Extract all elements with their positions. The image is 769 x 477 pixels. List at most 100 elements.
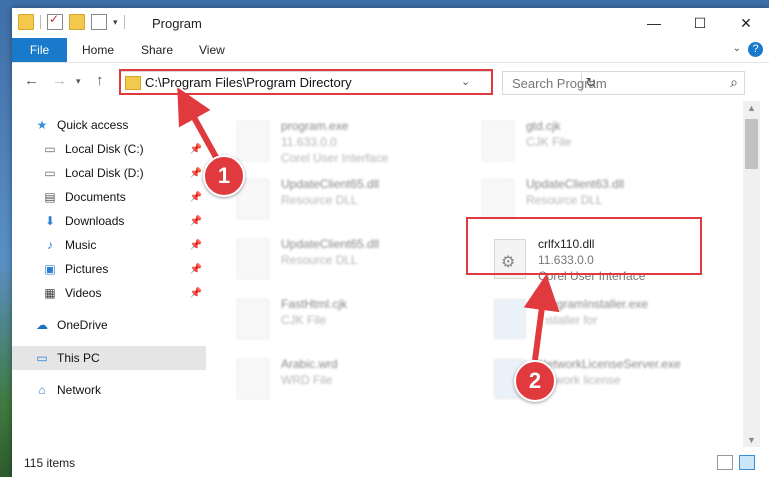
pictures-icon: ▣ xyxy=(44,262,56,276)
file-type: Resource DLL xyxy=(526,193,603,207)
tab-file[interactable]: File xyxy=(12,38,67,62)
sidebar-item-label: Videos xyxy=(65,286,102,300)
file-name: Arabic.wrd xyxy=(281,357,338,371)
file-icon xyxy=(237,299,269,339)
qat-dropdown-icon[interactable]: ▾ xyxy=(113,17,118,28)
file-name: program.exe xyxy=(281,119,349,133)
dll-file-icon xyxy=(237,239,269,279)
sidebar-item-label: Network xyxy=(57,383,102,397)
up-arrow-icon[interactable]: ↑ xyxy=(96,72,104,89)
customize-icon[interactable] xyxy=(91,14,107,30)
view-toggle xyxy=(717,455,755,470)
sidebar-item-label: Pictures xyxy=(65,262,109,276)
drive-icon: ▭ xyxy=(44,166,56,180)
minimize-button[interactable]: — xyxy=(631,8,677,38)
recent-dropdown-icon[interactable]: ▾ xyxy=(76,76,81,87)
sidebar-item-network[interactable]: ⌂ Network xyxy=(34,378,206,402)
file-type: CJK File xyxy=(526,135,572,149)
details-view-icon[interactable] xyxy=(717,455,733,470)
list-item[interactable]: FastHtml.cjk CJK File xyxy=(237,295,477,347)
ribbon-tabs: File Home Share View ⌄ ? xyxy=(12,38,769,63)
callout-badge-1: 1 xyxy=(203,155,245,197)
sidebar-item-label: Music xyxy=(65,238,97,252)
status-bar: 115 items xyxy=(12,447,769,477)
sidebar-item-local-disk-d[interactable]: ▭ Local Disk (D:) 📌 xyxy=(42,161,206,185)
tab-view[interactable]: View xyxy=(199,38,225,62)
file-name: UpdateClient65.dll xyxy=(281,237,380,251)
window-controls: — ☐ ✕ xyxy=(631,8,769,38)
navigation-pane: ★ Quick access ▭ Local Disk (C:) 📌 ▭ Loc… xyxy=(12,101,206,447)
sidebar-item-onedrive[interactable]: ☁ OneDrive xyxy=(34,313,206,337)
sidebar-item-label: OneDrive xyxy=(57,318,108,332)
file-name: ProgramInstaller.exe xyxy=(538,297,649,311)
maximize-button[interactable]: ☐ xyxy=(677,8,723,38)
pin-icon[interactable]: 📌 xyxy=(190,216,202,227)
file-version: 11.633.0.0 xyxy=(281,135,337,149)
file-name: UpdateClient63.dll xyxy=(526,177,625,191)
sidebar-item-music[interactable]: ♪ Music 📌 xyxy=(42,233,206,257)
new-folder-icon[interactable] xyxy=(69,14,85,30)
sidebar-item-label: Documents xyxy=(65,190,126,204)
sidebar-item-videos[interactable]: ▦ Videos 📌 xyxy=(42,281,206,305)
network-icon: ⌂ xyxy=(38,383,46,397)
tab-home[interactable]: Home xyxy=(82,38,114,62)
pin-icon[interactable]: 📌 xyxy=(190,168,202,179)
star-icon: ★ xyxy=(36,118,48,132)
address-highlight-box xyxy=(119,69,493,95)
file-name: NetworkLicenseServer.exe xyxy=(538,357,681,371)
list-item[interactable]: gtd.cjk CJK File xyxy=(482,117,722,169)
tiles-view-icon[interactable] xyxy=(739,455,755,470)
sidebar-item-label: This PC xyxy=(57,351,100,365)
close-button[interactable]: ✕ xyxy=(723,8,769,38)
file-type: Resource DLL xyxy=(281,193,358,207)
sidebar-item-local-disk-c[interactable]: ▭ Local Disk (C:) 📌 xyxy=(42,137,206,161)
sidebar-item-pictures[interactable]: ▣ Pictures 📌 xyxy=(42,257,206,281)
help-button[interactable]: ? xyxy=(748,42,763,57)
sidebar-item-label: Local Disk (D:) xyxy=(65,166,144,180)
file-icon xyxy=(482,121,514,161)
properties-check-icon[interactable] xyxy=(47,12,63,30)
search-icon[interactable]: ⌕ xyxy=(730,74,738,91)
pin-icon[interactable]: 📌 xyxy=(190,288,202,299)
window-title: Program xyxy=(152,16,202,31)
file-type: Installer for xyxy=(538,313,598,327)
sidebar-item-quick-access[interactable]: ★ Quick access xyxy=(34,113,228,137)
list-item[interactable]: UpdateClient65.dll Resource DLL xyxy=(237,235,477,287)
list-item[interactable]: UpdateClient65.dll Resource DLL xyxy=(237,175,477,227)
file-icon xyxy=(237,359,269,399)
pin-icon[interactable]: 📌 xyxy=(190,240,202,251)
cloud-icon: ☁ xyxy=(36,318,48,332)
forward-arrow-icon[interactable]: → xyxy=(52,72,67,89)
sidebar-item-downloads[interactable]: ⬇ Downloads 📌 xyxy=(42,209,206,233)
separator xyxy=(123,15,125,29)
ribbon-expand-icon[interactable]: ⌄ xyxy=(733,43,741,54)
navigation-bar: ← → ▾ ↑ C:\Program Files\Program Directo… xyxy=(12,63,769,99)
title-bar: ▾ Program — ☐ ✕ xyxy=(12,8,769,38)
file-name: gtd.cjk xyxy=(526,119,561,133)
pin-icon[interactable]: 📌 xyxy=(190,144,202,155)
drive-icon: ▭ xyxy=(44,142,56,156)
scroll-down-icon[interactable]: ▼ xyxy=(747,435,756,445)
sidebar-item-this-pc[interactable]: ▭ This PC xyxy=(12,346,206,370)
list-item[interactable]: ProgramInstaller.exe Installer for xyxy=(494,295,734,347)
back-arrow-icon[interactable]: ← xyxy=(24,72,39,89)
file-highlight-box xyxy=(466,217,702,275)
scroll-up-icon[interactable]: ▲ xyxy=(747,103,756,113)
search-input[interactable]: Search Program ⌕ xyxy=(502,71,745,95)
tab-share[interactable]: Share xyxy=(141,38,173,62)
list-item[interactable]: Arabic.wrd WRD File xyxy=(237,355,477,407)
list-item[interactable]: program.exe 11.633.0.0 Corel User Interf… xyxy=(237,117,477,169)
folder-icon xyxy=(18,14,34,30)
file-type: CJK File xyxy=(281,313,327,327)
installer-icon xyxy=(494,299,526,339)
pin-icon[interactable]: 📌 xyxy=(190,192,202,203)
vertical-scrollbar[interactable]: ▲ ▼ xyxy=(743,101,760,447)
videos-icon: ▦ xyxy=(44,286,56,300)
quick-access-toolbar: ▾ xyxy=(18,12,125,30)
pin-icon[interactable]: 📌 xyxy=(190,264,202,275)
separator xyxy=(40,15,41,29)
scroll-thumb[interactable] xyxy=(745,119,758,169)
sidebar-item-documents[interactable]: ▤ Documents 📌 xyxy=(42,185,206,209)
sidebar-item-label: Quick access xyxy=(57,118,129,132)
file-name: FastHtml.cjk xyxy=(281,297,347,311)
